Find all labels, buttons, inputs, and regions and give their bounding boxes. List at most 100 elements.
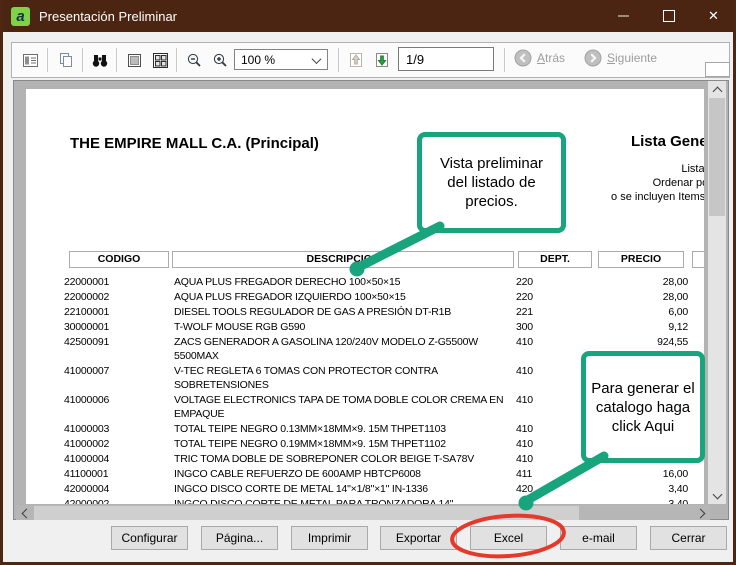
find-button[interactable] bbox=[88, 48, 112, 72]
horizontal-scrollbar[interactable] bbox=[16, 505, 710, 521]
single-page-view-button[interactable] bbox=[122, 48, 146, 72]
chevron-left-icon bbox=[21, 508, 31, 518]
cell-dept: 410 bbox=[516, 437, 586, 451]
back-circle-icon bbox=[514, 49, 532, 67]
report-options-button[interactable] bbox=[18, 48, 42, 72]
footer-bar: Configurar Página... Imprimir Exportar E… bbox=[3, 520, 733, 562]
cerrar-button[interactable]: Cerrar bbox=[650, 526, 727, 550]
cell-descripcion: AQUA PLUS FREGADOR IZQUIERDO 100×50×15 bbox=[174, 290, 516, 304]
maximize-button[interactable] bbox=[646, 0, 691, 32]
zoom-out-button[interactable] bbox=[182, 48, 206, 72]
cell-descripcion: TOTAL TEIPE NEGRO 0.19MM×18MM×9. 15M THP… bbox=[174, 437, 516, 451]
vertical-scrollbar-thumb[interactable] bbox=[709, 98, 725, 216]
cell-dept: 220 bbox=[516, 290, 586, 304]
chevron-right-icon bbox=[695, 508, 705, 518]
cell-precio: 28,00 bbox=[586, 275, 688, 289]
vertical-scrollbar[interactable] bbox=[708, 81, 726, 504]
copy-page-button[interactable] bbox=[53, 48, 77, 72]
page-up-icon bbox=[347, 51, 365, 69]
callout-preview-note: Vista preliminar del listado de precios. bbox=[417, 132, 566, 233]
cell-descripcion: TOTAL TEIPE NEGRO 0.13MM×18MM×9. 15M THP… bbox=[174, 422, 516, 436]
cell-dept: 411 bbox=[516, 467, 586, 481]
imprimir-button[interactable]: Imprimir bbox=[291, 526, 368, 550]
cell-precio: 9,12 bbox=[586, 320, 688, 334]
cell-descripcion: DIESEL TOOLS REGULADOR DE GAS A PRESIÓN … bbox=[174, 305, 516, 319]
close-icon: ✕ bbox=[708, 8, 719, 24]
next-circle-icon bbox=[584, 49, 602, 67]
cell-codigo: 41100001 bbox=[64, 467, 174, 481]
cell-codigo: 30000001 bbox=[64, 320, 174, 334]
back-button[interactable]: Atrás bbox=[514, 49, 565, 67]
scroll-down-button[interactable] bbox=[708, 487, 726, 504]
scroll-right-button[interactable] bbox=[693, 505, 710, 521]
cell-codigo: 22000001 bbox=[64, 275, 174, 289]
toolbar-corner-box bbox=[705, 62, 730, 77]
table-row: 41100001 INGCO CABLE REFUERZO DE 600AMP … bbox=[64, 467, 704, 481]
chevron-down-icon bbox=[712, 489, 722, 499]
window-title: Presentación Preliminar bbox=[39, 9, 601, 24]
cell-precio: 16,00 bbox=[586, 467, 688, 481]
multi-page-view-button[interactable] bbox=[148, 48, 172, 72]
zoom-in-button[interactable] bbox=[208, 48, 232, 72]
cell-codigo: 42000004 bbox=[64, 482, 174, 496]
cell-codigo: 41000004 bbox=[64, 452, 174, 466]
cell-dept: 300 bbox=[516, 320, 586, 334]
single-page-view-icon bbox=[126, 52, 143, 69]
close-button[interactable]: ✕ bbox=[691, 0, 736, 32]
cell-descripcion: ZACS GENERADOR A GASOLINA 120/240V MODEL… bbox=[174, 335, 516, 363]
back-label: Atrás bbox=[537, 51, 565, 65]
cell-dept bbox=[516, 497, 586, 504]
window-controls: ✕ bbox=[601, 0, 736, 32]
cell-codigo: 22000002 bbox=[64, 290, 174, 304]
cell-dept: 410 bbox=[516, 335, 586, 363]
next-label: Siguiente bbox=[607, 51, 657, 65]
cell-precio: 28,00 bbox=[586, 290, 688, 304]
table-row: 22100001 DIESEL TOOLS REGULADOR DE GAS A… bbox=[64, 305, 704, 319]
scroll-up-button[interactable] bbox=[708, 81, 726, 98]
page-number-input[interactable] bbox=[398, 47, 494, 71]
cell-codigo: 41000007 bbox=[64, 364, 174, 392]
cell-descripcion: T-WOLF MOUSE RGB G590 bbox=[174, 320, 516, 334]
column-header-precio: PRECIO bbox=[598, 251, 684, 268]
email-button[interactable]: e-mail bbox=[560, 526, 637, 550]
chevron-down-icon bbox=[312, 54, 322, 64]
page-up-button[interactable] bbox=[344, 48, 368, 72]
minimize-button[interactable] bbox=[601, 0, 646, 32]
cell-descripcion: VOLTAGE ELECTRONICS TAPA DE TOMA DOBLE C… bbox=[174, 393, 516, 421]
company-title: THE EMPIRE MALL C.A. (Principal) bbox=[70, 135, 319, 152]
pagina-button[interactable]: Página... bbox=[201, 526, 278, 550]
cell-dept: 221 bbox=[516, 305, 586, 319]
configurar-button[interactable]: Configurar bbox=[111, 526, 188, 550]
zoom-in-icon bbox=[212, 52, 229, 69]
preview-window: a Presentación Preliminar ✕ bbox=[0, 0, 736, 565]
copy-page-icon bbox=[57, 52, 74, 69]
table-row: 42000004 INGCO DISCO CORTE DE METAL 14"×… bbox=[64, 482, 704, 496]
cell-precio: 6,00 bbox=[586, 305, 688, 319]
page-down-button[interactable] bbox=[370, 48, 394, 72]
zoom-level-combobox[interactable]: 100 % bbox=[234, 49, 328, 70]
cell-codigo: 41000006 bbox=[64, 393, 174, 421]
scroll-left-button[interactable] bbox=[16, 505, 33, 521]
zoom-out-icon bbox=[186, 52, 203, 69]
cell-codigo: 41000002 bbox=[64, 437, 174, 451]
horizontal-scrollbar-thumb[interactable] bbox=[34, 506, 579, 520]
cell-descripcion: TRIC TOMA DOBLE DE SOBREPONER COLOR BEIG… bbox=[174, 452, 516, 466]
column-header-descripcion: DESCRIPCION bbox=[172, 251, 514, 268]
exportar-button[interactable]: Exportar bbox=[380, 526, 457, 550]
cell-dept: 410 bbox=[516, 422, 586, 436]
table-row: 22000002 AQUA PLUS FREGADOR IZQUIERDO 10… bbox=[64, 290, 704, 304]
column-header-moneda: M bbox=[692, 251, 704, 268]
cell-descripcion: INGCO DISCO CORTE DE METAL 14"×1/8"×1" I… bbox=[174, 482, 516, 496]
cell-precio: 3,40 bbox=[586, 497, 688, 504]
next-button[interactable]: Siguiente bbox=[584, 49, 657, 67]
maximize-icon bbox=[663, 10, 675, 22]
cell-codigo: 42000002 bbox=[64, 497, 174, 504]
cell-codigo: 42500091 bbox=[64, 335, 174, 363]
cell-dept: 420 bbox=[516, 482, 586, 496]
cell-dept: 410 bbox=[516, 364, 586, 392]
app-logo-icon: a bbox=[11, 7, 30, 26]
find-binoculars-icon bbox=[91, 52, 109, 69]
callout-text: Vista preliminar del listado de precios. bbox=[430, 154, 553, 211]
callout-text: Para generar el catalogo haga click Aqui bbox=[590, 379, 696, 436]
excel-button[interactable]: Excel bbox=[470, 526, 547, 550]
